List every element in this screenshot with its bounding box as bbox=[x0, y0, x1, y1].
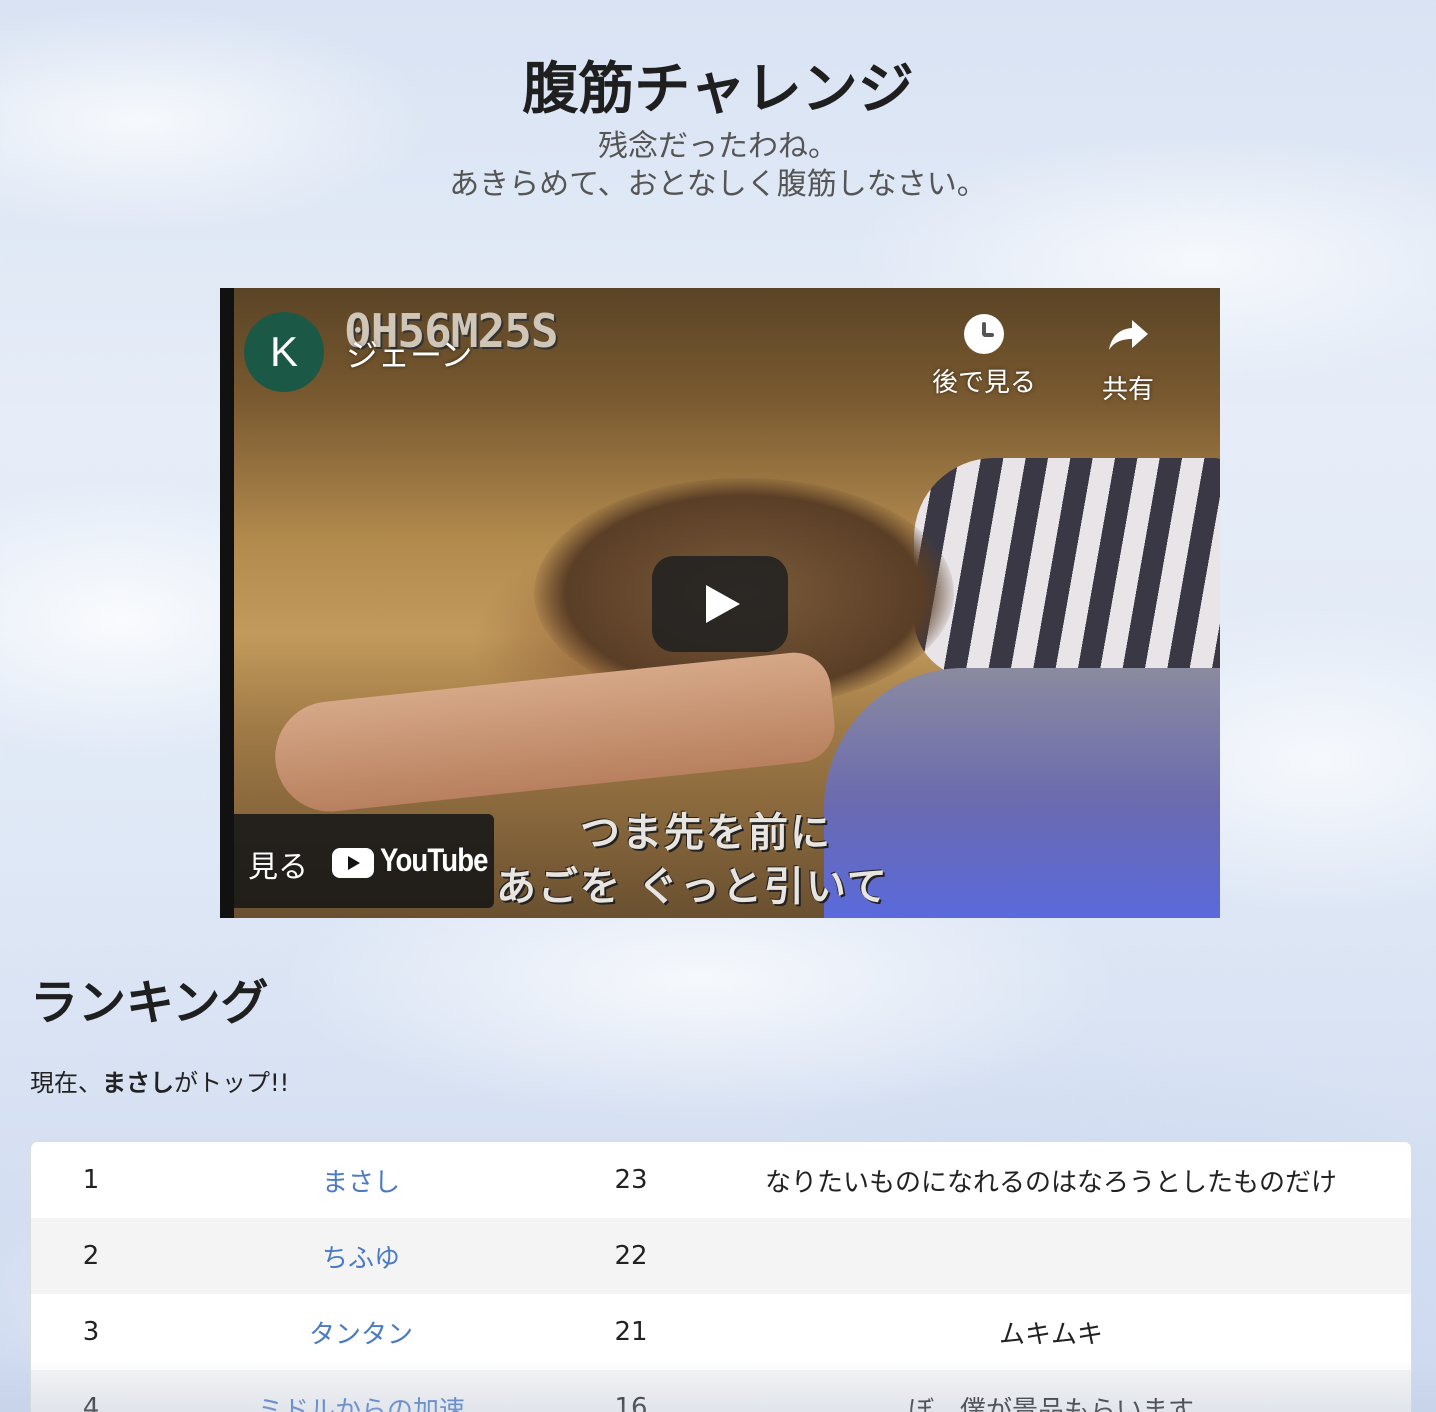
player-link[interactable]: ちふゆ bbox=[322, 1244, 400, 1274]
video-letterbox bbox=[220, 288, 234, 918]
table-row: 4 ミドルからの加速 16 ぼ、僕が景品もらいます bbox=[31, 1370, 1411, 1412]
comment-cell bbox=[691, 1218, 1411, 1294]
youtube-embed[interactable]: 0H56M25S K ジェーン 後で見る 共有 つま先を前に あごを ぐっと引い… bbox=[220, 288, 1220, 918]
leader-suffix: がトップ!! bbox=[174, 1069, 290, 1097]
count-cell: 21 bbox=[571, 1294, 691, 1370]
player-link[interactable]: タンタン bbox=[309, 1320, 413, 1350]
watch-later-label: 後で見る bbox=[931, 368, 1036, 398]
thumbnail-arms bbox=[269, 649, 839, 817]
ranking-table: 1 まさし 23 なりたいものになれるのはなろうとしたものだけ 2 ちふゆ 22… bbox=[30, 1141, 1412, 1412]
page-title: 腹筋チャレンジ bbox=[522, 57, 914, 122]
comment-cell: ムキムキ bbox=[691, 1294, 1411, 1370]
name-cell: タンタン bbox=[151, 1294, 571, 1370]
play-button[interactable] bbox=[652, 556, 788, 652]
channel-avatar[interactable]: K bbox=[244, 312, 324, 392]
thumbnail-shirt bbox=[914, 458, 1220, 678]
rank-cell: 2 bbox=[31, 1218, 151, 1294]
youtube-wordmark: YouTube bbox=[380, 842, 488, 878]
name-cell: ミドルからの加速 bbox=[151, 1370, 571, 1412]
table-row: 1 まさし 23 なりたいものになれるのはなろうとしたものだけ bbox=[31, 1142, 1411, 1218]
share-arrow-icon bbox=[1109, 320, 1148, 350]
rank-cell: 4 bbox=[31, 1370, 151, 1412]
leader-text: 現在、まさしがトップ!! bbox=[30, 1066, 289, 1100]
video-caption-line-1: つま先を前に bbox=[580, 810, 832, 856]
clock-icon bbox=[964, 314, 1004, 354]
rank-cell: 3 bbox=[31, 1294, 151, 1370]
player-link[interactable]: ミドルからの加速 bbox=[257, 1396, 465, 1412]
share-button[interactable]: 共有 bbox=[1088, 314, 1168, 406]
name-cell: ちふゆ bbox=[151, 1218, 571, 1294]
subtitle-line-1: 残念だったわね。 bbox=[598, 129, 838, 164]
watch-label: 見る bbox=[248, 850, 308, 885]
leader-prefix: 現在、 bbox=[30, 1069, 102, 1097]
watch-later-button[interactable]: 後で見る bbox=[924, 314, 1044, 399]
comment-cell: なりたいものになれるのはなろうとしたものだけ bbox=[691, 1142, 1411, 1218]
count-cell: 22 bbox=[571, 1218, 691, 1294]
player-link[interactable]: まさし bbox=[322, 1168, 400, 1198]
rank-cell: 1 bbox=[31, 1142, 151, 1218]
ranking-heading: ランキング bbox=[30, 975, 269, 1031]
play-icon bbox=[706, 585, 740, 623]
table-row: 2 ちふゆ 22 bbox=[31, 1218, 1411, 1294]
count-cell: 23 bbox=[571, 1142, 691, 1218]
comment-cell: ぼ、僕が景品もらいます bbox=[691, 1370, 1411, 1412]
youtube-logo-icon bbox=[332, 848, 374, 878]
watch-on-youtube-button[interactable]: 見る YouTube bbox=[234, 814, 494, 908]
share-label: 共有 bbox=[1101, 375, 1154, 405]
subtitle-line-2: あきらめて、おとなしく腹筋しなさい。 bbox=[449, 167, 987, 202]
name-cell: まさし bbox=[151, 1142, 571, 1218]
video-title[interactable]: ジェーン bbox=[346, 330, 472, 376]
video-caption-line-2: あごを ぐっと引いて bbox=[496, 864, 889, 910]
count-cell: 16 bbox=[571, 1370, 691, 1412]
table-row: 3 タンタン 21 ムキムキ bbox=[31, 1294, 1411, 1370]
leader-name: まさし bbox=[102, 1069, 174, 1097]
